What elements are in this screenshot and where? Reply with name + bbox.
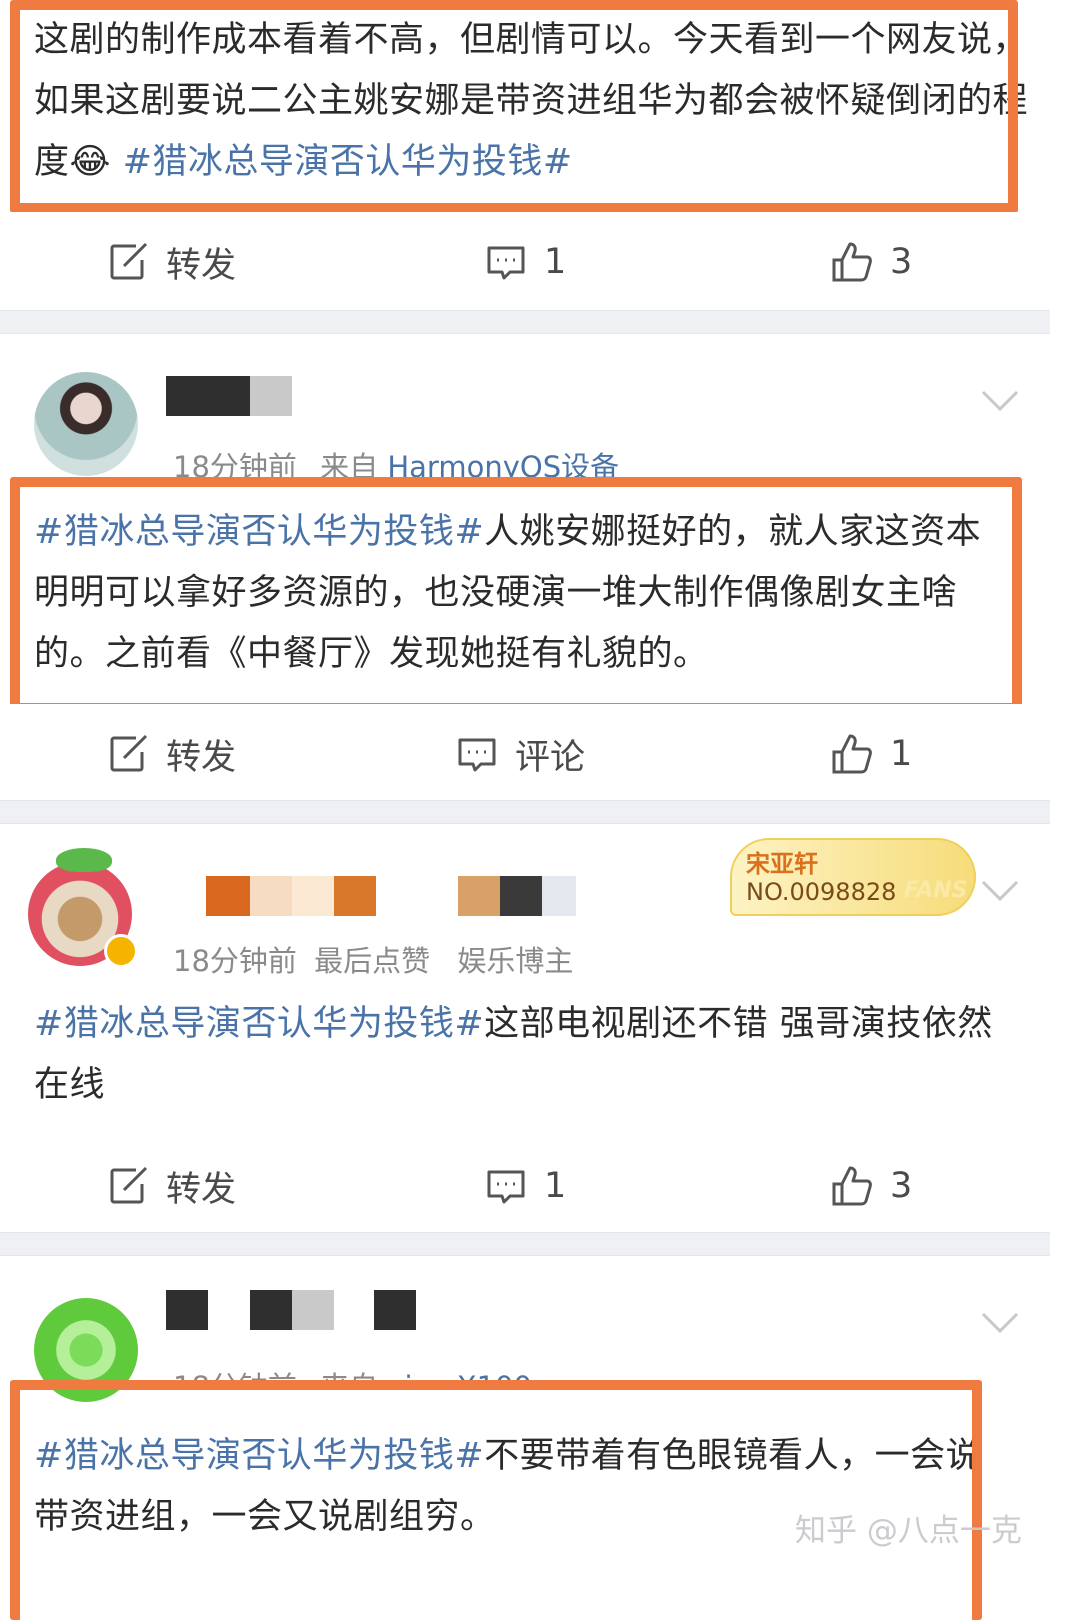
fans-badge-name: 宋亚轩 — [746, 850, 818, 878]
repost-label: 转发 — [166, 245, 237, 286]
username-redacted — [542, 876, 576, 916]
post-1-action-bar: 转发 1 3 — [0, 212, 1050, 312]
post-3-repost-button[interactable]: 转发 — [106, 1136, 236, 1236]
verified-icon — [104, 934, 138, 968]
highlight-box-1 — [10, 0, 1018, 213]
repost-icon — [110, 1166, 148, 1204]
post-1-comment-button[interactable]: 1 — [484, 212, 566, 312]
username-redacted — [374, 1290, 416, 1330]
post-2-repost-button[interactable]: 转发 — [106, 704, 236, 804]
repost-icon — [110, 734, 148, 772]
username-redacted — [250, 376, 292, 416]
username-redacted — [292, 876, 334, 916]
comment-count: 1 — [544, 242, 567, 282]
post-2-comment-button[interactable]: 评论 — [455, 704, 585, 804]
username-redacted — [292, 1290, 334, 1330]
highlight-box-2 — [10, 477, 1022, 713]
highlight-box-3 — [10, 1380, 982, 1620]
feed-separator — [0, 310, 1050, 334]
post-3-like-button[interactable]: 3 — [830, 1136, 912, 1236]
post-2-like-button[interactable]: 1 — [830, 704, 912, 804]
post-1-repost-button[interactable]: 转发 — [106, 212, 236, 312]
fans-badge-number: NO.0098828 — [746, 878, 897, 906]
strawberry-leaf — [56, 848, 112, 872]
last-like-label: 最后点赞 — [314, 944, 431, 978]
like-icon — [832, 734, 872, 774]
username-redacted[interactable] — [206, 876, 250, 916]
comment-icon — [487, 246, 525, 280]
feed-separator — [0, 800, 1050, 824]
repost-icon — [110, 242, 148, 280]
user-role: 娱乐博主 — [457, 944, 574, 978]
username-redacted[interactable] — [166, 1290, 208, 1330]
post-3-topic-link[interactable]: #猎冰总导演否认华为投钱# — [34, 1004, 484, 1044]
username-redacted — [500, 876, 542, 916]
post-3-text: #猎冰总导演否认华为投钱#这部电视剧还不错 强哥演技依然在线 — [34, 994, 1024, 1116]
comment-label: 评论 — [515, 737, 586, 778]
post-3-action-bar: 转发 1 3 — [0, 1136, 1050, 1236]
fans-badge[interactable]: 宋亚轩 NO.0098828 FANS — [730, 838, 976, 916]
like-count: 3 — [890, 1166, 913, 1206]
like-count: 1 — [890, 734, 913, 774]
like-icon — [832, 242, 872, 282]
username-redacted[interactable] — [166, 376, 250, 416]
comment-count: 1 — [544, 1166, 567, 1206]
chevron-down-icon[interactable] — [980, 388, 1020, 414]
post-2-action-bar: 转发 评论 1 — [0, 704, 1050, 804]
avatar[interactable] — [34, 372, 138, 476]
username-redacted — [458, 876, 500, 916]
post-3-meta: 18分钟前 最后点赞 娱乐博主 — [173, 938, 573, 980]
chevron-down-icon[interactable] — [980, 1310, 1020, 1336]
chevron-down-icon[interactable] — [980, 878, 1020, 904]
fans-badge-label: FANS — [904, 878, 968, 903]
like-count: 3 — [890, 242, 913, 282]
post-1-like-button[interactable]: 3 — [830, 212, 912, 312]
feed-separator — [0, 1232, 1050, 1256]
username-redacted — [334, 876, 376, 916]
post-time: 18分钟前 — [173, 944, 297, 978]
comment-icon — [487, 1170, 525, 1204]
username-redacted — [250, 876, 292, 916]
repost-label: 转发 — [166, 737, 237, 778]
watermark: 知乎 @八点一克 — [795, 1513, 1022, 1549]
repost-label: 转发 — [166, 1169, 237, 1210]
like-icon — [832, 1166, 872, 1206]
post-3-comment-button[interactable]: 1 — [484, 1136, 566, 1236]
comment-icon — [458, 738, 496, 772]
username-redacted — [250, 1290, 292, 1330]
